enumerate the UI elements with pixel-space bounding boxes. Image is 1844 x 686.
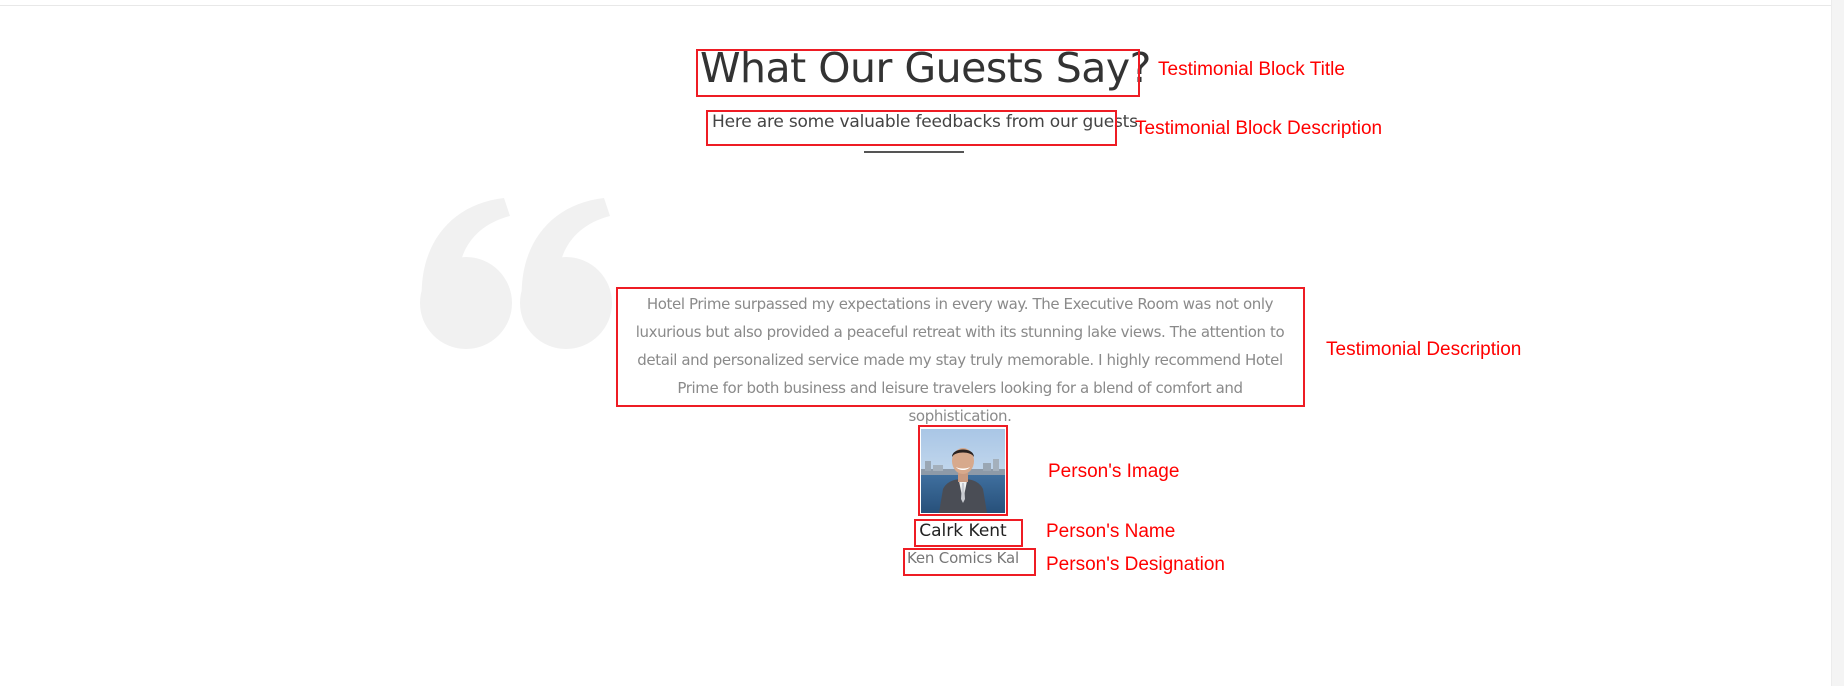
annotation-box-designation	[903, 548, 1036, 576]
annotation-label-designation: Person's Designation	[1046, 554, 1225, 575]
testimonial-page: What Our Guests Say? Testimonial Block T…	[0, 0, 1844, 686]
annotation-label-name: Person's Name	[1046, 521, 1176, 542]
annotation-box-name	[914, 519, 1023, 547]
page-scrollbar[interactable]	[1831, 0, 1844, 686]
annotation-box-title	[696, 49, 1140, 97]
quote-icon	[420, 198, 612, 349]
annotation-label-image: Person's Image	[1048, 461, 1180, 482]
top-divider	[0, 5, 1832, 6]
title-underline	[864, 151, 964, 153]
annotation-box-testimonial-description	[616, 287, 1305, 407]
annotation-box-description	[706, 110, 1117, 146]
annotation-box-image	[918, 425, 1008, 516]
annotation-label-title: Testimonial Block Title	[1158, 59, 1345, 80]
annotation-label-description: Testimonial Block Description	[1135, 118, 1383, 139]
annotation-label-testimonial-description: Testimonial Description	[1326, 339, 1522, 360]
